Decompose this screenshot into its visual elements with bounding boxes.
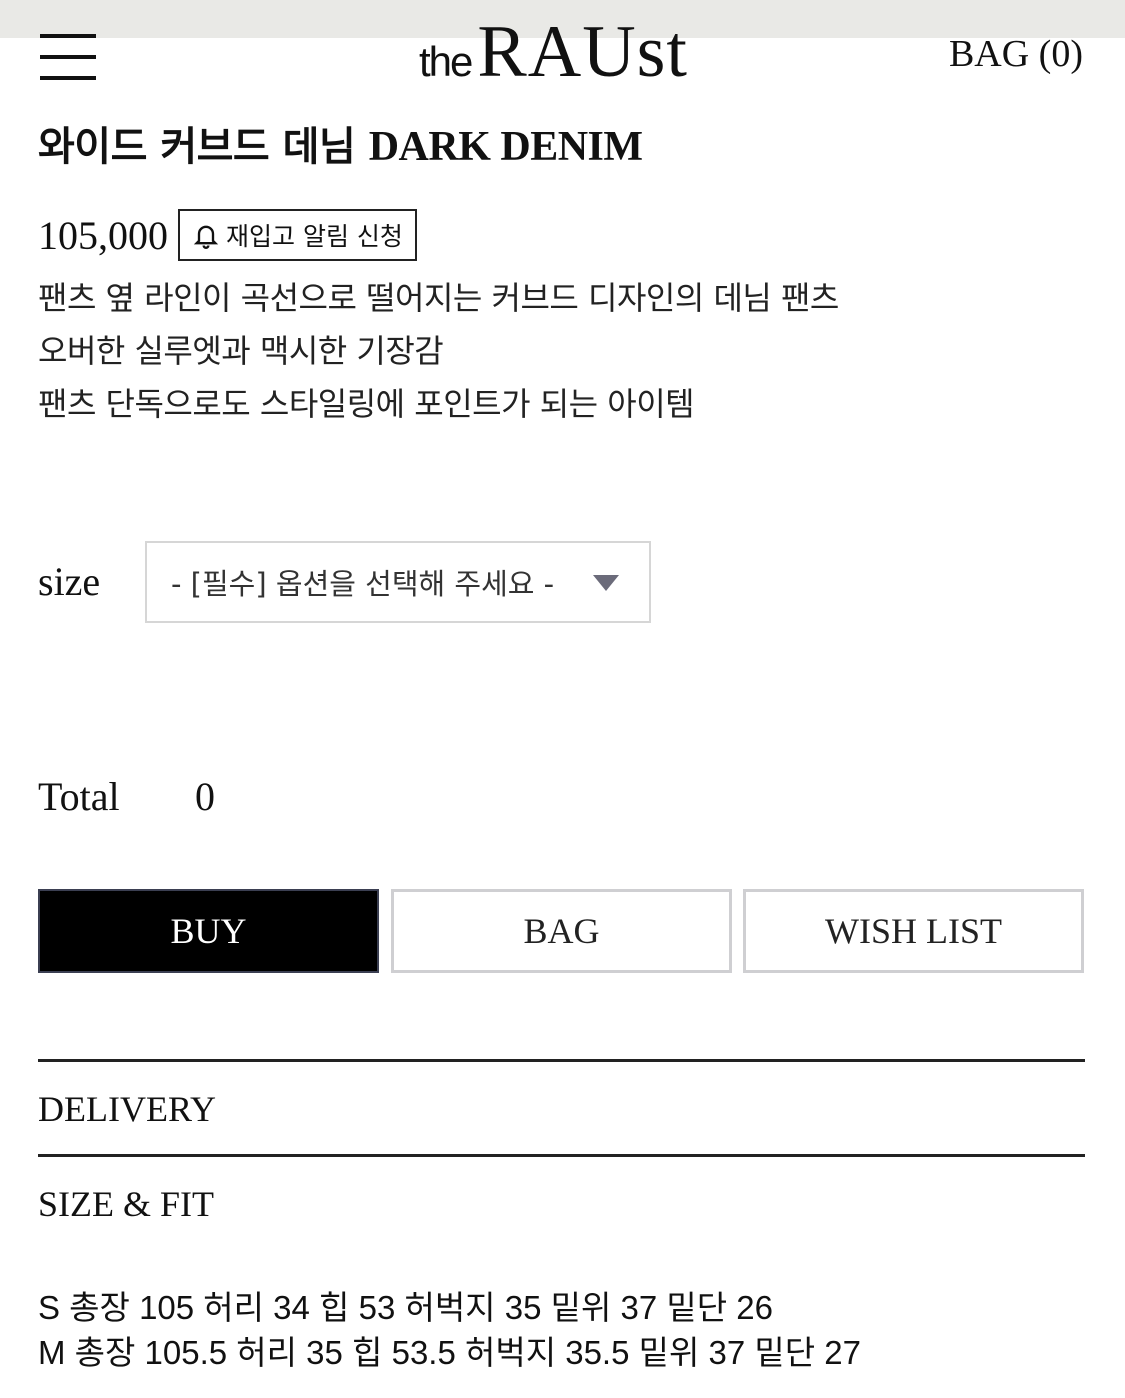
logo-wordmark: RAUst — [477, 11, 688, 93]
size-spec-m: M 총장 105.5 허리 35 힙 53.5 허벅지 35.5 밑위 37 밑… — [38, 1334, 861, 1371]
delivery-section-toggle[interactable]: DELIVERY — [38, 1088, 216, 1130]
product-title-en: DARK DENIM — [368, 124, 643, 170]
product-price: 105,000 — [38, 212, 168, 258]
site-header: theRAUst BAG (0) — [0, 0, 1125, 100]
triangle-down-icon — [593, 575, 619, 591]
restock-alert-label: 재입고 알림 신청 — [226, 222, 403, 251]
size-label: size — [38, 559, 101, 604]
price-row: 105,000 재입고 알림 신청 — [38, 207, 417, 263]
description-line: 팬츠 단독으로도 스타일링에 포인트가 되는 아이템 — [38, 385, 695, 423]
description-line: 오버한 실루엣과 맥시한 기장감 — [38, 332, 444, 370]
bag-link[interactable]: BAG (0) — [949, 32, 1083, 76]
restock-alert-button[interactable]: 재입고 알림 신청 — [178, 209, 417, 261]
product-title-ko: 와이드 커브드 데님 — [38, 124, 356, 170]
total-value: 0 — [195, 774, 215, 819]
add-to-bag-button[interactable]: BAG — [391, 889, 732, 973]
menu-icon[interactable] — [40, 34, 96, 82]
brand-logo[interactable]: theRAUst — [419, 10, 688, 93]
divider — [38, 1154, 1085, 1157]
buy-button[interactable]: BUY — [38, 889, 379, 973]
wish-list-button[interactable]: WISH LIST — [743, 889, 1084, 973]
size-fit-section-toggle[interactable]: SIZE & FIT — [38, 1183, 214, 1225]
description-line: 팬츠 옆 라인이 곡선으로 떨어지는 커브드 디자인의 데님 팬츠 — [38, 279, 839, 317]
product-title: 와이드 커브드 데님 DARK DENIM — [38, 114, 643, 172]
logo-the: the — [419, 38, 473, 85]
bell-icon — [193, 225, 219, 249]
total-label: Total — [38, 774, 120, 819]
product-description: 팬츠 옆 라인이 곡선으로 떨어지는 커브드 디자인의 데님 팬츠 오버한 실루… — [38, 272, 839, 431]
size-spec-s: S 총장 105 허리 34 힙 53 허벅지 35 밑위 37 밑단 26 — [38, 1289, 773, 1326]
size-select[interactable]: - [필수] 옵션을 선택해 주세요 - — [145, 541, 651, 623]
size-select-value: - [필수] 옵션을 선택해 주세요 - — [171, 567, 555, 601]
divider — [38, 1059, 1085, 1062]
